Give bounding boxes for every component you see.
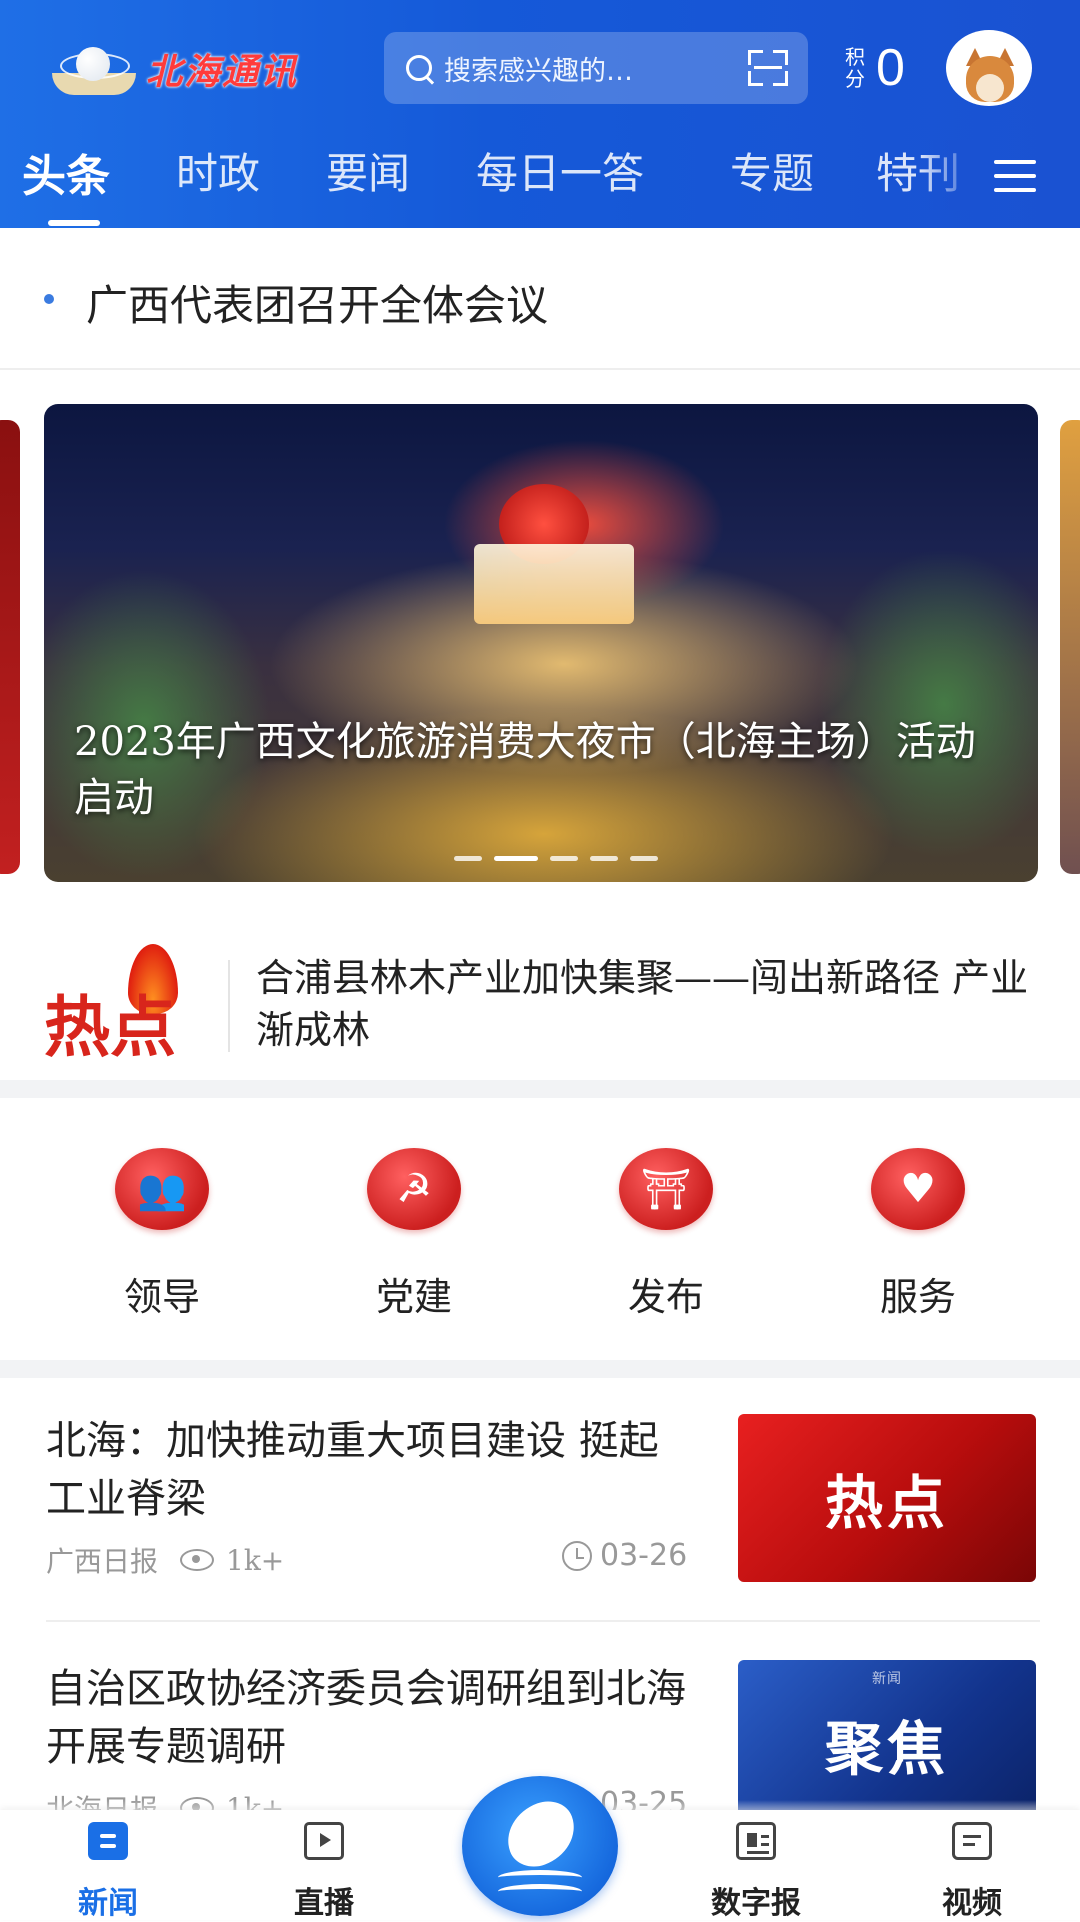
- active-tab-indicator: [48, 220, 100, 226]
- channel-menu-icon[interactable]: [994, 160, 1036, 192]
- news-source: 广西日报: [46, 1545, 159, 1578]
- top-headline-text: 广西代表团召开全体会议: [86, 281, 549, 330]
- hot-news-text: 合浦县林木产业加快集聚——闯出新路径 产业渐成林: [256, 956, 1029, 1052]
- center-home-button[interactable]: [462, 1776, 618, 1916]
- nav-label: 视频: [942, 1886, 1002, 1921]
- leaders-icon: 👥: [115, 1148, 209, 1230]
- video-icon: [952, 1822, 992, 1860]
- nav-label: 新闻: [78, 1886, 138, 1921]
- party-emblem-icon: ☭: [367, 1148, 461, 1230]
- wave-icon: [498, 1870, 582, 1885]
- news-date-wrap: 03-26: [562, 1538, 687, 1573]
- app-name: 北海通讯: [146, 51, 299, 93]
- quick-link-label: 领导: [123, 1275, 200, 1319]
- points-display[interactable]: 积分 0: [844, 38, 905, 98]
- section-divider: [0, 1080, 1080, 1098]
- press-release-icon: ⛩: [619, 1148, 713, 1230]
- search-icon: [404, 53, 435, 85]
- tab-topics[interactable]: 专题: [730, 140, 814, 201]
- quick-link-releases[interactable]: ⛩ 发布: [576, 1148, 756, 1321]
- slide-caption: 2023年广西文化旅游消费大夜市（北海主场）活动启动: [74, 719, 976, 821]
- quick-link-label: 发布: [627, 1275, 704, 1319]
- thumbnail-subtext: 新闻: [872, 1671, 902, 1687]
- carousel-dots: [454, 856, 658, 861]
- news-views: 1k+: [226, 1543, 285, 1577]
- tab-daily-qa[interactable]: 每日一答: [476, 140, 644, 201]
- carousel-slide[interactable]: 2023年广西文化旅游消费大夜市（北海主场）活动启动: [44, 404, 1038, 882]
- news-icon: [88, 1822, 128, 1860]
- app-logo[interactable]: 北海通讯: [48, 36, 358, 102]
- points-label: 积分: [845, 45, 865, 91]
- search-placeholder: 搜索感兴趣的…: [444, 55, 633, 87]
- avatar[interactable]: [946, 30, 1032, 106]
- digital-paper-icon: [736, 1822, 776, 1860]
- carousel-dot-active: [494, 856, 538, 861]
- nav-video[interactable]: 视频: [902, 1822, 1042, 1922]
- tab-news[interactable]: 要闻: [326, 140, 410, 201]
- channel-tabs: 头条 时政 要闻 每日一答 专题 特刊: [0, 140, 1080, 228]
- wave-icon: [498, 1884, 582, 1899]
- hot-badge-text: 热点: [44, 988, 176, 1066]
- section-divider: [0, 1360, 1080, 1378]
- news-meta: 广西日报 1k+: [46, 1540, 284, 1580]
- hot-news-bar[interactable]: 热点 合浦县林木产业加快集聚——闯出新路径 产业渐成林: [0, 930, 1080, 1080]
- divider: [228, 960, 230, 1052]
- pearl-logo-icon: [48, 39, 138, 99]
- carousel-dot: [550, 856, 578, 861]
- prev-slide-peek[interactable]: [0, 420, 20, 874]
- tab-politics[interactable]: 时政: [176, 140, 260, 201]
- quick-links: 👥 领导 ☭ 党建 ⛩ 发布 ♥ 服务: [0, 1098, 1080, 1360]
- carousel-dot: [590, 856, 618, 861]
- quick-link-leaders[interactable]: 👥 领导: [72, 1148, 252, 1321]
- thumbnail-text: 热点: [824, 1469, 949, 1537]
- tab-headlines[interactable]: 头条: [22, 140, 110, 204]
- news-thumbnail[interactable]: 热点: [738, 1414, 1036, 1582]
- list-divider: [46, 1620, 1040, 1622]
- top-headline[interactable]: 广西代表团召开全体会议: [0, 228, 1080, 370]
- dolphin-logo-icon: [497, 1793, 585, 1875]
- clock-icon: [562, 1540, 592, 1571]
- hot-badge: 热点: [44, 944, 204, 1066]
- carousel-dot: [454, 856, 482, 861]
- tabs-fade: [920, 140, 980, 210]
- nav-digital-paper[interactable]: 数字报: [686, 1822, 826, 1922]
- next-slide-peek[interactable]: [1060, 420, 1080, 874]
- nav-label: 直播: [294, 1886, 354, 1921]
- quick-link-party-building[interactable]: ☭ 党建: [324, 1148, 504, 1321]
- banner-carousel[interactable]: 2023年广西文化旅游消费大夜市（北海主场）活动启动: [0, 400, 1080, 890]
- quick-link-label: 党建: [375, 1275, 452, 1319]
- news-date: 03-26: [600, 1538, 688, 1573]
- news-title: 北海：加快推动重大项目建设 挺起工业脊梁: [46, 1418, 659, 1522]
- carousel-dot: [630, 856, 658, 861]
- points-value: 0: [876, 39, 905, 97]
- thumbnail-text: 聚焦: [824, 1715, 949, 1783]
- nav-news[interactable]: 新闻: [38, 1822, 178, 1922]
- scan-icon[interactable]: [748, 50, 788, 86]
- bullet-dot: [44, 294, 54, 304]
- nav-label: 数字报: [711, 1886, 801, 1921]
- nav-live[interactable]: 直播: [254, 1822, 394, 1922]
- views-icon: [180, 1549, 215, 1571]
- quick-link-label: 服务: [879, 1275, 956, 1319]
- quick-link-services[interactable]: ♥ 服务: [828, 1148, 1008, 1321]
- service-heart-icon: ♥: [871, 1148, 965, 1230]
- search-bar[interactable]: 搜索感兴趣的…: [384, 32, 808, 104]
- stage-image: [474, 544, 634, 624]
- news-title: 自治区政协经济委员会调研组到北海开展专题调研: [46, 1666, 686, 1770]
- live-tv-icon: [304, 1822, 344, 1860]
